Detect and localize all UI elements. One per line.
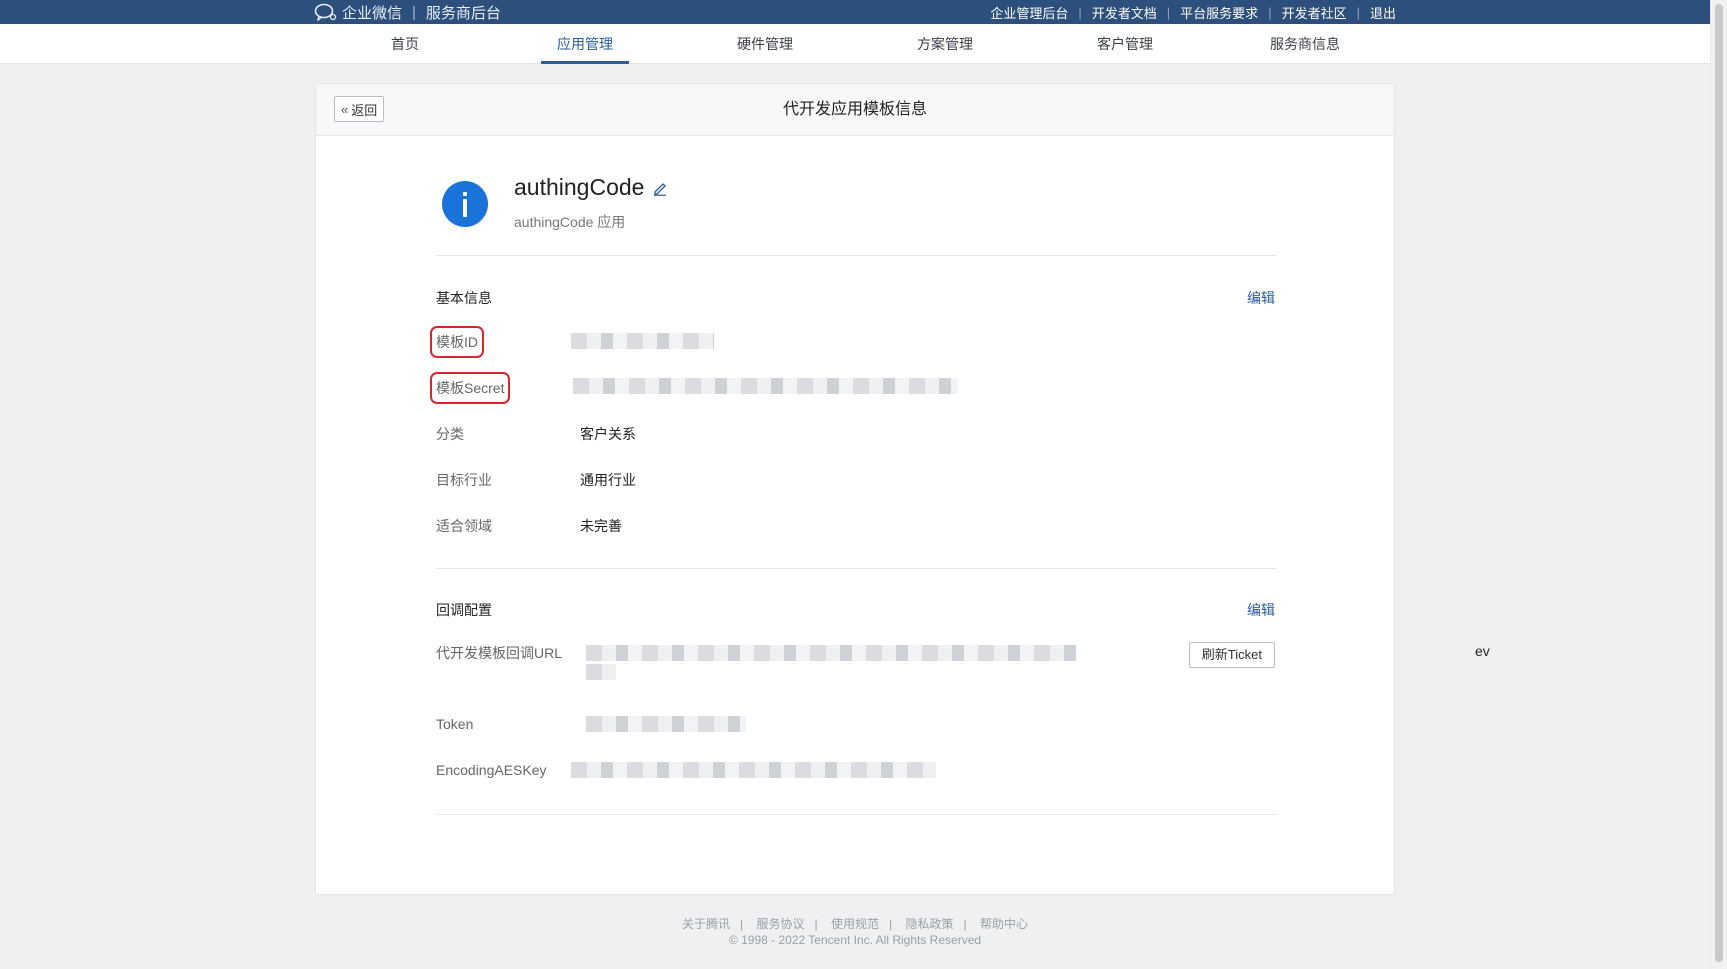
double-chevron-left-icon: « — [341, 101, 349, 117]
top-link-separator: | — [1356, 4, 1360, 20]
back-button-label: 返回 — [351, 102, 378, 118]
callback-url-label: 代开发模板回调URL — [436, 645, 563, 661]
brand[interactable]: 企业微信 | 服务商后台 — [314, 0, 501, 24]
divider — [436, 568, 1277, 569]
category-value: 客户关系 — [580, 426, 636, 442]
token-value-redacted — [586, 716, 746, 732]
footer-copyright: © 1998 - 2022 Tencent Inc. All Rights Re… — [728, 933, 982, 947]
back-button[interactable]: « 返回 — [334, 96, 385, 122]
callback-config-title: 回调配置 — [436, 602, 492, 618]
page-title: 代开发应用模板信息 — [782, 101, 927, 118]
basic-info-title: 基本信息 — [436, 290, 492, 306]
scrollbar-thumb[interactable] — [1715, 4, 1723, 962]
brand-name: 企业微信 — [342, 4, 403, 22]
token-label: Token — [436, 716, 474, 732]
divider — [436, 814, 1277, 815]
nav-hardware-management[interactable]: 硬件管理 — [737, 24, 793, 64]
footer-link-help[interactable]: 帮助中心 — [980, 917, 1028, 931]
domain-value: 未完善 — [580, 518, 622, 534]
callback-url-value-redacted — [586, 645, 1076, 661]
nav-app-management[interactable]: 应用管理 — [541, 24, 629, 64]
divider — [436, 255, 1277, 256]
template-info-card: 代开发应用模板信息 « 返回 authingCode authingCode 应… — [315, 83, 1490, 895]
wecom-logo-icon — [314, 3, 337, 21]
app-name: authingCode — [514, 174, 668, 201]
info-icon — [442, 181, 488, 227]
page-scrollbar[interactable] — [1710, 0, 1727, 969]
encoding-aes-key-value-redacted — [571, 762, 936, 778]
brand-subtitle: 服务商后台 — [425, 4, 501, 22]
top-link-admin[interactable]: 企业管理后台 — [990, 3, 1068, 22]
footer-link-agreement[interactable]: 服务协议 — [757, 917, 805, 931]
refresh-ticket-button[interactable]: 刷新Ticket — [1188, 642, 1275, 668]
app-description: authingCode 应用 — [514, 214, 626, 230]
template-id-value-redacted — [571, 333, 714, 349]
industry-value: 通用行业 — [580, 472, 636, 488]
top-link-community[interactable]: 开发者社区 — [1282, 3, 1347, 22]
top-link-separator: | — [1166, 4, 1171, 20]
top-link-docs[interactable]: 开发者文档 — [1092, 3, 1157, 22]
card-header: 代开发应用模板信息 « 返回 — [316, 84, 1394, 136]
domain-label: 适合领域 — [436, 518, 492, 534]
template-secret-label: 模板Secret — [429, 372, 511, 404]
app-name-text: authingCode — [514, 174, 645, 200]
industry-label: 目标行业 — [436, 472, 492, 488]
main-nav: 首页 应用管理 硬件管理 方案管理 客户管理 服务商信息 — [0, 24, 1710, 64]
top-link-separator: | — [1268, 4, 1272, 20]
callback-url-value-redacted — [586, 664, 616, 680]
footer-link-privacy[interactable]: 隐私政策 — [905, 917, 953, 931]
footer-link-usage-rules[interactable]: 使用规范 — [831, 917, 879, 931]
encoding-aes-key-label: EncodingAESKey — [436, 762, 547, 778]
template-secret-value-redacted — [573, 378, 958, 394]
top-links: 企业管理后台 | 开发者文档 | 平台服务要求 | 开发者社区 | 退出 — [990, 0, 1396, 24]
top-bar: 企业微信 | 服务商后台 企业管理后台 | 开发者文档 | 平台服务要求 | 开… — [0, 0, 1710, 24]
callback-config-edit-link[interactable]: 编辑 — [1247, 600, 1275, 620]
top-link-requirements[interactable]: 平台服务要求 — [1180, 3, 1258, 22]
footer-link-about[interactable]: 关于腾讯 — [682, 917, 730, 931]
nav-customer-management[interactable]: 客户管理 — [1097, 24, 1153, 64]
top-link-separator: | — [1078, 4, 1082, 20]
callback-url-tail: ev — [1475, 643, 1490, 659]
pencil-icon[interactable] — [652, 180, 668, 196]
nav-home[interactable]: 首页 — [391, 24, 419, 64]
brand-separator: | — [412, 3, 416, 21]
nav-provider-info[interactable]: 服务商信息 — [1270, 24, 1340, 64]
basic-info-edit-link[interactable]: 编辑 — [1247, 288, 1275, 308]
top-link-logout[interactable]: 退出 — [1370, 3, 1396, 22]
nav-solution-management[interactable]: 方案管理 — [917, 24, 973, 64]
template-id-label: 模板ID — [430, 326, 484, 358]
category-label: 分类 — [436, 426, 464, 442]
footer-links: 关于腾讯 | 服务协议 | 使用规范 | 隐私政策 | 帮助中心 — [682, 917, 1028, 931]
